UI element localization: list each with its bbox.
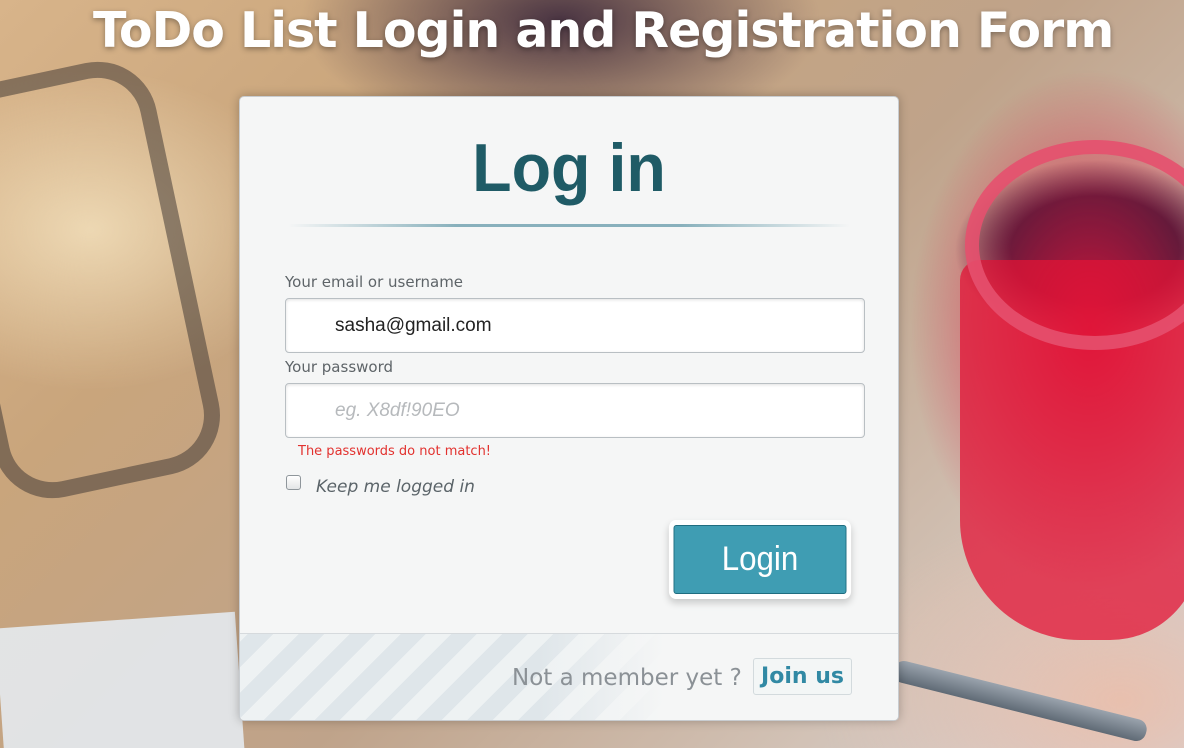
keep-logged-in-checkbox[interactable] [286, 475, 301, 490]
join-us-link[interactable]: Join us [753, 658, 852, 695]
background-glasses [0, 50, 232, 510]
login-button[interactable]: Login [673, 525, 847, 594]
card-footer: Not a member yet ? Join us [240, 633, 898, 720]
email-label: Your email or username [285, 273, 464, 291]
password-error-message: The passwords do not match! [298, 444, 492, 459]
background-pen [891, 658, 1149, 744]
login-card: Log in Your email or username Your passw… [239, 96, 899, 721]
background-paper [0, 611, 245, 748]
keep-logged-in-label[interactable]: Keep me logged in [316, 477, 475, 497]
login-heading: Log in [472, 130, 666, 206]
password-input[interactable] [285, 383, 865, 438]
password-label: Your password [285, 358, 394, 376]
email-input[interactable] [285, 298, 865, 353]
page-title: ToDo List Login and Registration Form [93, 2, 1114, 59]
not-member-text: Not a member yet ? [512, 665, 742, 691]
heading-divider [288, 224, 850, 227]
